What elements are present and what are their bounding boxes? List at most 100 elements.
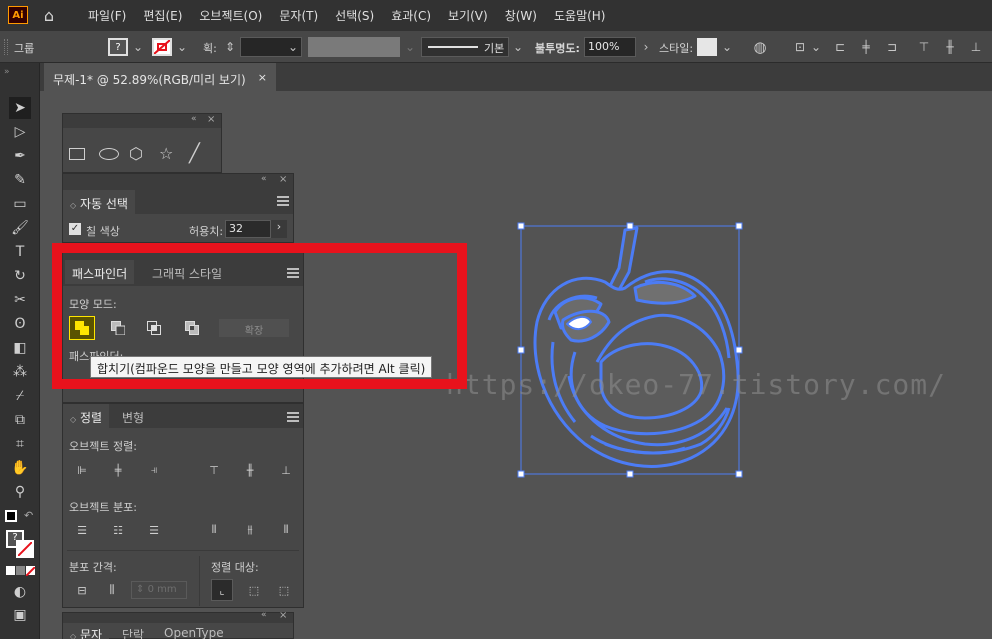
horizontal-align-right-icon[interactable]: ⫣ bbox=[143, 459, 165, 481]
align-to-icon[interactable]: ⊡ bbox=[792, 39, 808, 55]
lasso-tool-icon[interactable]: ʘ bbox=[9, 313, 31, 335]
polygon-icon[interactable]: ⬡ bbox=[129, 144, 143, 163]
align-bottom-icon[interactable]: ⊥ bbox=[968, 39, 984, 55]
panel-menu-icon[interactable] bbox=[287, 412, 299, 422]
vertical-distribute-top-icon[interactable]: ☰ bbox=[71, 519, 93, 541]
zoom-tool-icon[interactable]: ⚲ bbox=[9, 481, 31, 503]
menu-select[interactable]: 선택(S) bbox=[335, 7, 374, 24]
tab-transform[interactable]: 변형 bbox=[115, 404, 151, 428]
collapse-icon[interactable]: » bbox=[4, 67, 10, 77]
align-vertical-center-icon[interactable]: ╫ bbox=[942, 39, 958, 55]
collapse-icon[interactable]: « bbox=[261, 610, 267, 620]
stepper-icon[interactable]: ⇕ bbox=[222, 39, 238, 55]
menu-help[interactable]: 도움말(H) bbox=[554, 7, 606, 24]
tolerance-input[interactable]: 32 bbox=[225, 220, 271, 238]
close-icon[interactable]: × bbox=[258, 71, 267, 84]
graphic-style-swatch[interactable] bbox=[697, 38, 717, 56]
opacity-input[interactable]: 100% bbox=[584, 37, 636, 57]
chevron-down-icon[interactable]: ⌄ bbox=[285, 39, 301, 55]
rectangle-icon[interactable] bbox=[69, 148, 85, 160]
chevron-down-icon[interactable]: ⌄ bbox=[719, 39, 735, 55]
stroke-color-icon[interactable] bbox=[16, 540, 34, 558]
fill-color-checkbox[interactable]: ✓ bbox=[69, 223, 81, 235]
chevron-down-icon[interactable]: ⌄ bbox=[510, 39, 526, 55]
rectangle-tool-icon[interactable]: ▭ bbox=[9, 193, 31, 215]
rotate-tool-icon[interactable]: ↻ bbox=[9, 265, 31, 287]
chevron-down-icon[interactable]: ⌄ bbox=[130, 39, 146, 55]
document-tab[interactable]: 무제-1* @ 52.89%(RGB/미리 보기) × bbox=[44, 63, 276, 91]
menu-file[interactable]: 파일(F) bbox=[88, 7, 126, 24]
symbol-sprayer-tool-icon[interactable]: ⁂ bbox=[9, 361, 31, 383]
align-to-selection-icon[interactable]: ⬚ bbox=[243, 579, 265, 601]
apple-artwork[interactable] bbox=[505, 212, 755, 487]
close-icon[interactable]: × bbox=[279, 610, 287, 621]
default-colors-icon[interactable] bbox=[5, 510, 17, 522]
gradient-mode-icon[interactable] bbox=[16, 566, 25, 575]
ellipse-icon[interactable] bbox=[99, 148, 119, 160]
menu-type[interactable]: 문자(T) bbox=[279, 7, 318, 24]
menu-object[interactable]: 오브젝트(O) bbox=[199, 7, 262, 24]
align-top-icon[interactable]: ⊤ bbox=[916, 39, 932, 55]
collapse-icon[interactable]: « bbox=[261, 174, 267, 184]
menu-effect[interactable]: 효과(C) bbox=[391, 7, 431, 24]
none-mode-icon[interactable] bbox=[25, 566, 36, 577]
tab-character[interactable]: ◇ 문자 bbox=[63, 623, 110, 639]
brush-definition[interactable]: 기본 bbox=[421, 37, 509, 57]
close-icon[interactable]: × bbox=[279, 174, 287, 185]
type-tool-icon[interactable]: T bbox=[9, 241, 31, 263]
vertical-align-center-icon[interactable]: ╫ bbox=[239, 459, 261, 481]
spacing-input[interactable]: ⇕ 0 mm bbox=[131, 581, 187, 599]
horizontal-distribute-center-icon[interactable]: ⫵ bbox=[239, 519, 261, 541]
chevron-down-icon[interactable]: ⌄ bbox=[174, 39, 190, 55]
tab-align[interactable]: ◇ 정렬 bbox=[63, 404, 110, 428]
shape-builder-tool-icon[interactable]: ⧉ bbox=[9, 409, 31, 431]
curvature-tool-icon[interactable]: ✎ bbox=[9, 169, 31, 191]
vertical-align-top-icon[interactable]: ⊤ bbox=[203, 459, 225, 481]
panel-menu-icon[interactable] bbox=[277, 196, 289, 206]
align-horizontal-center-icon[interactable]: ╪ bbox=[858, 39, 874, 55]
pen-tool-icon[interactable]: ✒ bbox=[9, 145, 31, 167]
stroke-swatch[interactable] bbox=[152, 38, 172, 56]
direct-selection-tool-icon[interactable]: ▷ bbox=[9, 121, 31, 143]
paintbrush-tool-icon[interactable]: 🖌 bbox=[9, 217, 31, 239]
collapse-icon[interactable]: « bbox=[191, 114, 197, 124]
line-icon[interactable]: ╱ bbox=[189, 143, 200, 164]
tab-paragraph[interactable]: 단락 bbox=[115, 623, 151, 639]
hand-tool-icon[interactable]: ✋ bbox=[9, 457, 31, 479]
chevron-down-icon[interactable]: ⌄ bbox=[808, 39, 824, 55]
screen-mode-icon[interactable]: ▣ bbox=[9, 604, 31, 626]
color-mode-icon[interactable] bbox=[6, 566, 15, 575]
eyedropper-tool-icon[interactable]: ⌿ bbox=[9, 385, 31, 407]
vertical-distribute-bottom-icon[interactable]: ☰ bbox=[143, 519, 165, 541]
fill-swatch[interactable]: ? bbox=[108, 38, 128, 56]
close-icon[interactable]: × bbox=[207, 114, 215, 125]
menu-edit[interactable]: 편집(E) bbox=[143, 7, 182, 24]
align-to-key-object-icon[interactable]: ⌞ bbox=[211, 579, 233, 601]
align-to-artboard-icon[interactable]: ⬚ bbox=[273, 579, 295, 601]
horizontal-align-left-icon[interactable]: ⊫ bbox=[71, 459, 93, 481]
gradient-tool-icon[interactable]: ◧ bbox=[9, 337, 31, 359]
horizontal-distribute-right-icon[interactable]: ⫴ bbox=[275, 519, 297, 541]
menu-view[interactable]: 보기(V) bbox=[448, 7, 488, 24]
chevron-right-icon[interactable]: › bbox=[638, 39, 654, 55]
vertical-distribute-space-icon[interactable]: ⊟ bbox=[71, 579, 93, 601]
vertical-distribute-center-icon[interactable]: ☷ bbox=[107, 519, 129, 541]
vertical-align-bottom-icon[interactable]: ⊥ bbox=[275, 459, 297, 481]
tab-auto-select[interactable]: ◇ 자동 선택 bbox=[63, 190, 135, 214]
swap-colors-icon[interactable]: ↶ bbox=[24, 509, 33, 522]
tab-opentype[interactable]: OpenType bbox=[157, 623, 231, 639]
artboard-tool-icon[interactable]: ⌗ bbox=[9, 433, 31, 455]
recolor-artwork-icon[interactable]: ◍ bbox=[752, 38, 768, 56]
chevron-right-icon[interactable]: › bbox=[271, 220, 287, 238]
chevron-down-icon[interactable]: ⌄ bbox=[402, 39, 418, 55]
horizontal-distribute-space-icon[interactable]: ⫼ bbox=[101, 579, 123, 601]
menu-window[interactable]: 창(W) bbox=[505, 7, 537, 24]
draw-mode-icon[interactable]: ◐ bbox=[9, 581, 31, 603]
home-icon[interactable]: ⌂ bbox=[38, 6, 60, 25]
align-right-icon[interactable]: ⊐ bbox=[884, 39, 900, 55]
variable-width-profile[interactable] bbox=[308, 37, 400, 57]
star-icon[interactable]: ☆ bbox=[159, 144, 173, 163]
selection-tool-icon[interactable]: ➤ bbox=[9, 97, 31, 119]
align-left-icon[interactable]: ⊏ bbox=[832, 39, 848, 55]
horizontal-align-center-icon[interactable]: ╪ bbox=[107, 459, 129, 481]
